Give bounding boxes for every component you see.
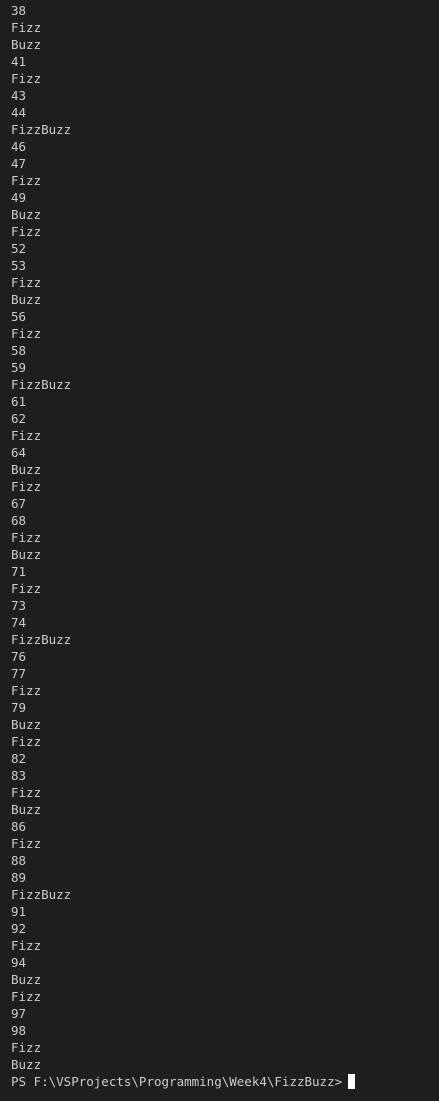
output-line: FizzBuzz — [11, 632, 72, 647]
output-line: 38 — [11, 3, 27, 18]
output-line: 88 — [11, 853, 27, 868]
output-line: 92 — [11, 921, 27, 936]
output-line: Fizz — [11, 224, 42, 239]
output-line: 68 — [11, 513, 27, 528]
output-line: 79 — [11, 700, 27, 715]
output-line: 46 — [11, 139, 27, 154]
output-line: 71 — [11, 564, 27, 579]
output-line: Fizz — [11, 173, 42, 188]
output-line: 64 — [11, 445, 27, 460]
output-line: Fizz — [11, 530, 42, 545]
output-line: Buzz — [11, 1057, 42, 1072]
output-line: Buzz — [11, 292, 42, 307]
output-line: Fizz — [11, 989, 42, 1004]
output-line: Fizz — [11, 479, 42, 494]
output-line: Fizz — [11, 581, 42, 596]
output-line: 89 — [11, 870, 27, 885]
output-line: 53 — [11, 258, 27, 273]
output-line: 74 — [11, 615, 27, 630]
output-line: 77 — [11, 666, 27, 681]
terminal-panel[interactable]: 38 Fizz Buzz 41 Fizz 43 44 FizzBuzz 46 47 Fizz 49 Bu… — [0, 0, 439, 1101]
text-cursor — [348, 1074, 356, 1089]
output-line: 86 — [11, 819, 27, 834]
output-line: 58 — [11, 343, 27, 358]
output-line: 67 — [11, 496, 27, 511]
terminal-output: 38 Fizz Buzz 41 Fizz 43 44 FizzBuzz 46 47 Fizz 49 Bu… — [11, 2, 356, 1090]
output-line: FizzBuzz — [11, 377, 72, 392]
output-line: Fizz — [11, 785, 42, 800]
output-line: 73 — [11, 598, 27, 613]
output-line: 41 — [11, 54, 27, 69]
output-line: Fizz — [11, 1040, 42, 1055]
output-line: Buzz — [11, 462, 42, 477]
output-line: Buzz — [11, 207, 42, 222]
prompt-line[interactable]: PS F:\VSProjects\Programming\Week4\FizzB… — [11, 1073, 356, 1090]
output-line: Buzz — [11, 37, 42, 52]
output-line: Fizz — [11, 275, 42, 290]
output-line: Fizz — [11, 836, 42, 851]
output-line: 97 — [11, 1006, 27, 1021]
output-line: FizzBuzz — [11, 122, 72, 137]
output-line: Fizz — [11, 20, 42, 35]
output-line: 62 — [11, 411, 27, 426]
output-line: 43 — [11, 88, 27, 103]
output-line: 44 — [11, 105, 27, 120]
output-line: Fizz — [11, 734, 42, 749]
output-line: FizzBuzz — [11, 887, 72, 902]
prompt-text: PS F:\VSProjects\Programming\Week4\FizzB… — [11, 1074, 343, 1089]
output-line: Fizz — [11, 326, 42, 341]
output-line: 61 — [11, 394, 27, 409]
output-line: Buzz — [11, 972, 42, 987]
output-line: Fizz — [11, 938, 42, 953]
output-line: 91 — [11, 904, 27, 919]
output-line: 98 — [11, 1023, 27, 1038]
output-line: 47 — [11, 156, 27, 171]
output-line: 59 — [11, 360, 27, 375]
output-line: 83 — [11, 768, 27, 783]
output-line: 82 — [11, 751, 27, 766]
output-line: Fizz — [11, 428, 42, 443]
output-line: Buzz — [11, 802, 42, 817]
output-line: Buzz — [11, 547, 42, 562]
output-line: 49 — [11, 190, 27, 205]
output-line: 76 — [11, 649, 27, 664]
output-line: 56 — [11, 309, 27, 324]
output-line: Fizz — [11, 683, 42, 698]
output-lines: 38 Fizz Buzz 41 Fizz 43 44 FizzBuzz 46 47 Fizz 49 Bu… — [11, 2, 355, 1073]
output-line: Buzz — [11, 717, 42, 732]
output-line: Fizz — [11, 71, 42, 86]
output-line: 94 — [11, 955, 27, 970]
output-line: 52 — [11, 241, 27, 256]
